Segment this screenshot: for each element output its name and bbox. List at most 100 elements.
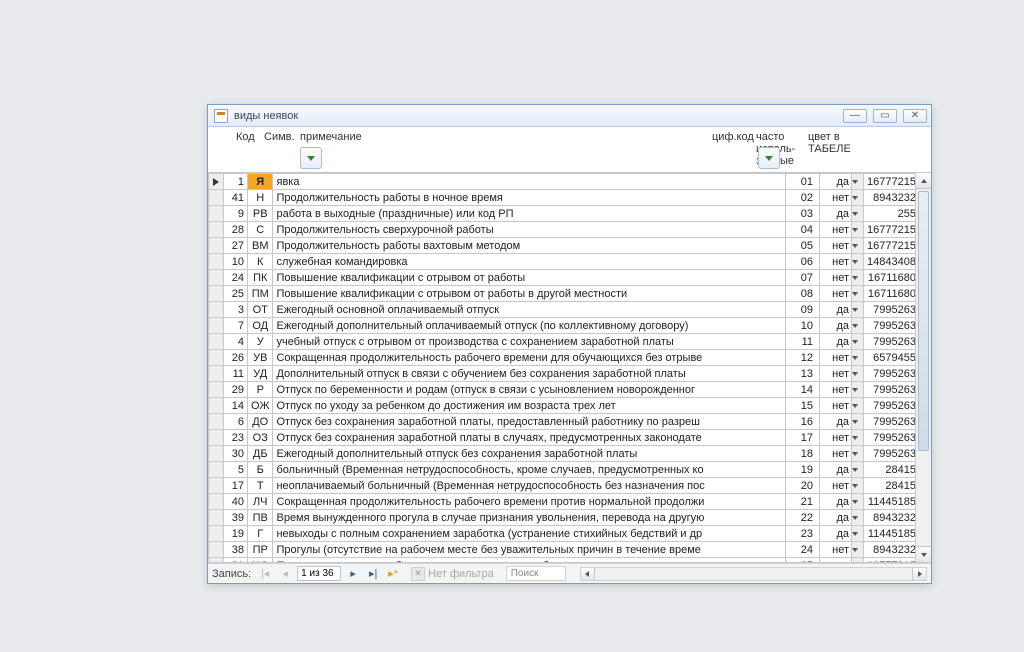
nav-first[interactable]: |◂ xyxy=(257,566,273,582)
cell-prim[interactable]: Ежегодный дополнительный отпуск без сохр… xyxy=(273,446,786,462)
cell-simv[interactable]: ДБ xyxy=(248,446,273,462)
cell-kod[interactable]: 10 xyxy=(224,254,248,270)
cell-kod[interactable]: 41 xyxy=(224,190,248,206)
chasto-dropdown-icon[interactable] xyxy=(852,318,864,334)
cell-cif[interactable]: 16 xyxy=(786,414,820,430)
cell-kod[interactable]: 3 xyxy=(224,302,248,318)
cell-simv[interactable]: ДО xyxy=(248,414,273,430)
cell-chasto[interactable]: да xyxy=(820,462,852,478)
cell-kod[interactable]: 23 xyxy=(224,430,248,446)
cell-kod[interactable]: 25 xyxy=(224,286,248,302)
cell-kod[interactable]: 24 xyxy=(224,270,248,286)
cell-prim[interactable]: Отпуск без сохранения заработной платы, … xyxy=(273,414,786,430)
row-selector[interactable] xyxy=(209,318,224,334)
cell-simv[interactable]: ОЗ xyxy=(248,430,273,446)
header-simv[interactable]: Симв. xyxy=(264,131,295,143)
chasto-dropdown-icon[interactable] xyxy=(852,462,864,478)
cell-prim[interactable]: Сокращенная продолжительность рабочего в… xyxy=(273,494,786,510)
cell-chasto[interactable]: нет xyxy=(820,430,852,446)
cell-prim[interactable]: служебная командировка xyxy=(273,254,786,270)
table-row[interactable]: 5Ббольничный (Временная нетрудоспособнос… xyxy=(209,462,931,478)
cell-cvet[interactable]: 8943232 xyxy=(864,510,919,526)
cell-simv[interactable]: С xyxy=(248,222,273,238)
nav-prev[interactable]: ◂ xyxy=(277,566,293,582)
cell-cvet[interactable]: 7995263 xyxy=(864,334,919,350)
table-row[interactable]: 11УДДополнительный отпуск в связи с обуч… xyxy=(209,366,931,382)
cell-prim[interactable]: явка xyxy=(273,174,786,190)
cell-chasto[interactable]: нет xyxy=(820,382,852,398)
table-row[interactable]: 23ОЗОтпуск без сохранения заработной пла… xyxy=(209,430,931,446)
cell-chasto[interactable]: да xyxy=(820,174,852,190)
chasto-dropdown-icon[interactable] xyxy=(852,398,864,414)
cell-simv[interactable]: Т xyxy=(248,478,273,494)
cell-cif[interactable]: 19 xyxy=(786,462,820,478)
cell-simv[interactable]: У xyxy=(248,334,273,350)
table-row[interactable]: 39ПВВремя вынужденного прогула в случае … xyxy=(209,510,931,526)
cell-cvet[interactable]: 7995263 xyxy=(864,382,919,398)
row-selector[interactable] xyxy=(209,270,224,286)
table-row[interactable]: 14ОЖОтпуск по уходу за ребенком до дости… xyxy=(209,398,931,414)
table-row[interactable]: 30ДБЕжегодный дополнительный отпуск без … xyxy=(209,446,931,462)
cell-simv[interactable]: Г xyxy=(248,526,273,542)
cell-prim[interactable]: Продолжительность работы в режиме неполн… xyxy=(273,558,786,564)
table-row[interactable]: 29РОтпуск по беременности и родам (отпус… xyxy=(209,382,931,398)
cell-kod[interactable]: 9 xyxy=(224,206,248,222)
cell-chasto[interactable]: да xyxy=(820,526,852,542)
cell-cvet[interactable]: 14843408 xyxy=(864,254,919,270)
table-row[interactable]: 17Тнеоплачиваемый больничный (Временная … xyxy=(209,478,931,494)
cell-prim[interactable]: работа в выходные (праздничные) или код … xyxy=(273,206,786,222)
table-row[interactable]: 4Уучебный отпуск с отрывом от производст… xyxy=(209,334,931,350)
cell-cvet[interactable]: 28415 xyxy=(864,478,919,494)
cell-cvet[interactable]: 7995263 xyxy=(864,430,919,446)
cell-simv[interactable]: УВ xyxy=(248,350,273,366)
cell-cif[interactable]: 06 xyxy=(786,254,820,270)
cell-chasto[interactable]: нет xyxy=(820,366,852,382)
row-selector[interactable] xyxy=(209,414,224,430)
cell-prim[interactable]: больничный (Временная нетрудоспособность… xyxy=(273,462,786,478)
chasto-dropdown-icon[interactable] xyxy=(852,542,864,558)
row-selector[interactable] xyxy=(209,382,224,398)
cell-cvet[interactable]: 16711680 xyxy=(864,286,919,302)
chasto-dropdown-icon[interactable] xyxy=(852,190,864,206)
cell-kod[interactable]: 21 xyxy=(224,558,248,564)
table-row[interactable]: 21НСПродолжительность работы в режиме не… xyxy=(209,558,931,564)
header-kod[interactable]: Код xyxy=(236,131,255,143)
chasto-dropdown-icon[interactable] xyxy=(852,286,864,302)
dropdown-prim[interactable] xyxy=(300,147,322,169)
cell-cif[interactable]: 02 xyxy=(786,190,820,206)
row-selector[interactable] xyxy=(209,430,224,446)
cell-simv[interactable]: ПМ xyxy=(248,286,273,302)
cell-chasto[interactable]: да xyxy=(820,414,852,430)
header-cvet[interactable]: цвет в ТАБЕЛЕ xyxy=(808,131,868,155)
cell-chasto[interactable]: да xyxy=(820,318,852,334)
cell-simv[interactable]: ОД xyxy=(248,318,273,334)
cell-cif[interactable]: 01 xyxy=(786,174,820,190)
cell-simv[interactable]: ВМ xyxy=(248,238,273,254)
cell-cif[interactable]: 04 xyxy=(786,222,820,238)
chasto-dropdown-icon[interactable] xyxy=(852,558,864,564)
cell-cvet[interactable]: 11445185 xyxy=(864,494,919,510)
cell-cvet[interactable]: 255 xyxy=(864,206,919,222)
cell-prim[interactable]: Время вынужденного прогула в случае приз… xyxy=(273,510,786,526)
cell-simv[interactable]: ПВ xyxy=(248,510,273,526)
cell-cvet[interactable]: 7995263 xyxy=(864,398,919,414)
cell-cif[interactable]: 14 xyxy=(786,382,820,398)
table-row[interactable]: 41НПродолжительность работы в ночное вре… xyxy=(209,190,931,206)
cell-chasto[interactable]: нет xyxy=(820,222,852,238)
cell-simv[interactable]: ПК xyxy=(248,270,273,286)
chasto-dropdown-icon[interactable] xyxy=(852,350,864,366)
cell-chasto[interactable]: нет xyxy=(820,270,852,286)
minimize-button[interactable]: — xyxy=(843,109,867,123)
cell-chasto[interactable]: нет xyxy=(820,254,852,270)
cell-cvet[interactable]: 7995263 xyxy=(864,414,919,430)
cell-kod[interactable]: 30 xyxy=(224,446,248,462)
chasto-dropdown-icon[interactable] xyxy=(852,334,864,350)
cell-kod[interactable]: 29 xyxy=(224,382,248,398)
search-box[interactable]: Поиск xyxy=(506,566,566,581)
cell-kod[interactable]: 7 xyxy=(224,318,248,334)
cell-cif[interactable]: 25 xyxy=(786,558,820,564)
cell-cvet[interactable]: 16777215 xyxy=(864,558,919,564)
cell-prim[interactable]: невыходы с полным сохранением заработка … xyxy=(273,526,786,542)
chasto-dropdown-icon[interactable] xyxy=(852,526,864,542)
cell-kod[interactable]: 19 xyxy=(224,526,248,542)
